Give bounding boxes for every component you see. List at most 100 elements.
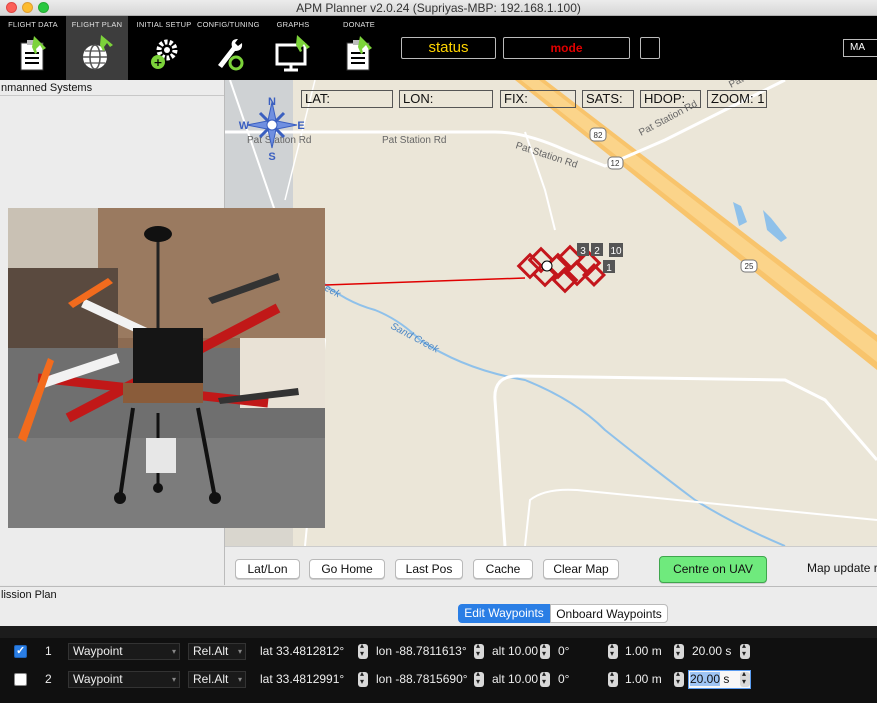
toolbar-donate-label: DONATE xyxy=(343,20,375,29)
hud-sats: SATS: xyxy=(582,90,634,108)
armed-indicator xyxy=(640,37,660,59)
toolbar-config-tuning-label: CONFIG/TUNING xyxy=(197,20,260,29)
toolbar-flight-plan-button[interactable]: FLIGHT PLAN xyxy=(66,16,128,80)
table-row[interactable]: 2 Waypoint ▾ Rel.Alt ▾ lat 33.4812991° lon… xyxy=(0,667,877,693)
mode-indicator: mode xyxy=(503,37,630,59)
waypoint-1-label: 1 xyxy=(606,263,612,274)
mission-plan-header: lission Plan xyxy=(1,589,57,601)
compass-n-label: N xyxy=(268,96,276,108)
waypoint-cluster[interactable]: 10 1 3 2 xyxy=(516,243,623,294)
compass-s-label: S xyxy=(268,151,275,163)
command-type-select[interactable]: Waypoint ▾ xyxy=(68,643,180,660)
longitude-value[interactable]: lon -88.7811613° xyxy=(376,644,467,658)
cache-button[interactable]: Cache xyxy=(473,559,533,579)
longitude-value[interactable]: lon -88.7815690° xyxy=(376,672,468,686)
mission-plan-panel: lission Plan Edit Waypoints Onboard Wayp… xyxy=(0,586,877,703)
last-pos-button[interactable]: Last Pos xyxy=(395,559,463,579)
drone-image xyxy=(8,208,325,528)
lat-lon-button[interactable]: Lat/Lon xyxy=(235,559,300,579)
longitude-stepper[interactable] xyxy=(474,669,484,687)
command-type-value: Waypoint xyxy=(73,672,123,686)
altitude-stepper[interactable] xyxy=(540,669,550,687)
table-row[interactable]: 1 Waypoint ▾ Rel.Alt ▾ lat 33.4812812° lon… xyxy=(0,639,877,665)
go-home-button[interactable]: Go Home xyxy=(309,559,385,579)
delay-unit: s xyxy=(723,672,730,686)
toolbar-initial-setup-button[interactable]: INITIAL SETUP + xyxy=(133,16,195,80)
delay-value[interactable]: 20.00 s xyxy=(692,644,731,658)
chevron-down-icon: ▾ xyxy=(237,675,242,684)
frame-select[interactable]: Rel.Alt ▾ xyxy=(188,671,246,688)
toolbar-donate-button[interactable]: DONATE xyxy=(328,16,390,80)
command-type-value: Waypoint xyxy=(73,644,123,658)
radius-value[interactable]: 1.00 m xyxy=(625,644,662,658)
delay-stepper[interactable] xyxy=(740,641,750,659)
row-checkbox[interactable] xyxy=(14,673,27,686)
delay-selected-text: 20.00 xyxy=(690,672,721,686)
latitude-value[interactable]: lat 33.4812812° xyxy=(260,644,344,658)
route-25-label: 25 xyxy=(745,262,754,271)
toolbar-config-tuning-button[interactable]: CONFIG/TUNING xyxy=(197,16,259,80)
toolbar-right-box[interactable]: MA xyxy=(843,39,877,57)
hud-fix: FIX: xyxy=(500,90,576,108)
toolbar-flight-data-button[interactable]: FLIGHT DATA xyxy=(2,16,64,80)
row-number: 1 xyxy=(45,644,52,658)
window-title: APM Planner v2.0.24 (Supriyas-MBP: 192.1… xyxy=(296,1,581,15)
svg-text:+: + xyxy=(153,56,162,69)
map-tile-gap-top xyxy=(225,80,293,220)
map-update-rate-label: Map update ra xyxy=(807,561,877,575)
route-12-label: 12 xyxy=(611,159,620,168)
toolbar-flight-data-label: FLIGHT DATA xyxy=(8,20,58,29)
tab-onboard-waypoints[interactable]: Onboard Waypoints xyxy=(550,604,668,623)
waypoint-10-label: 10 xyxy=(610,246,622,257)
altitude-stepper[interactable] xyxy=(540,641,550,659)
creek-label: Sand Creek xyxy=(389,321,442,356)
row-number: 2 xyxy=(45,672,52,686)
waypoint-3-label: 3 xyxy=(580,246,586,257)
centre-on-uav-button[interactable]: Centre on UAV xyxy=(659,556,767,583)
home-marker xyxy=(541,260,553,272)
wrench-icon xyxy=(218,39,244,71)
title-bar: APM Planner v2.0.24 (Supriyas-MBP: 192.1… xyxy=(0,0,877,16)
clear-map-button[interactable]: Clear Map xyxy=(543,559,619,579)
hud-hdop: HDOP: xyxy=(640,90,701,108)
road-label-1: Pat Station Rd xyxy=(247,135,311,146)
chevron-down-icon: ▾ xyxy=(171,675,176,684)
latitude-value[interactable]: lat 33.4812991° xyxy=(260,672,344,686)
toolbar-graphs-button[interactable]: GRAPHS xyxy=(262,16,324,80)
clipboard-plane-icon xyxy=(20,36,46,71)
heading-stepper[interactable] xyxy=(608,641,618,659)
radius-stepper[interactable] xyxy=(674,669,684,687)
radius-value[interactable]: 1.00 m xyxy=(625,672,662,686)
altitude-value[interactable]: alt 10.00 xyxy=(492,672,538,686)
chevron-down-icon: ▾ xyxy=(171,647,176,656)
globe-plane-icon xyxy=(83,35,113,70)
road-white-bottom xyxy=(493,374,877,546)
row-checkbox[interactable] xyxy=(14,644,27,658)
latitude-stepper[interactable] xyxy=(358,669,368,687)
heading-stepper[interactable] xyxy=(608,669,618,687)
compass-w-label: W xyxy=(239,120,250,132)
road-label-2: Pat Station Rd xyxy=(382,135,446,146)
radius-stepper[interactable] xyxy=(674,641,684,659)
longitude-stepper[interactable] xyxy=(474,641,484,659)
toolbar-graphs-label: GRAPHS xyxy=(276,20,310,29)
altitude-value[interactable]: alt 10.00 xyxy=(492,644,538,658)
gears-icon: + xyxy=(151,39,178,69)
left-panel-header: nmanned Systems xyxy=(0,80,224,96)
frame-value: Rel.Alt xyxy=(193,672,229,686)
tab-edit-waypoints[interactable]: Edit Waypoints xyxy=(458,604,550,623)
road-label-3: Pat Station Rd xyxy=(514,140,579,170)
creek xyxy=(319,279,786,546)
heading-value[interactable]: 0° xyxy=(558,672,569,686)
heading-value[interactable]: 0° xyxy=(558,644,569,658)
frame-value: Rel.Alt xyxy=(193,644,229,658)
hud-zoom: ZOOM: 1 xyxy=(707,90,767,108)
route-82-label: 82 xyxy=(594,131,603,140)
latitude-stepper[interactable] xyxy=(358,641,368,659)
delay-stepper[interactable] xyxy=(740,669,750,687)
waypoint-table: 1 Waypoint ▾ Rel.Alt ▾ lat 33.4812812° lon… xyxy=(0,626,877,703)
app-window: APM Planner v2.0.24 (Supriyas-MBP: 192.1… xyxy=(0,0,877,703)
command-type-select[interactable]: Waypoint ▾ xyxy=(68,671,180,688)
frame-select[interactable]: Rel.Alt ▾ xyxy=(188,643,246,660)
toolbar-flight-plan-label: FLIGHT PLAN xyxy=(71,20,123,29)
